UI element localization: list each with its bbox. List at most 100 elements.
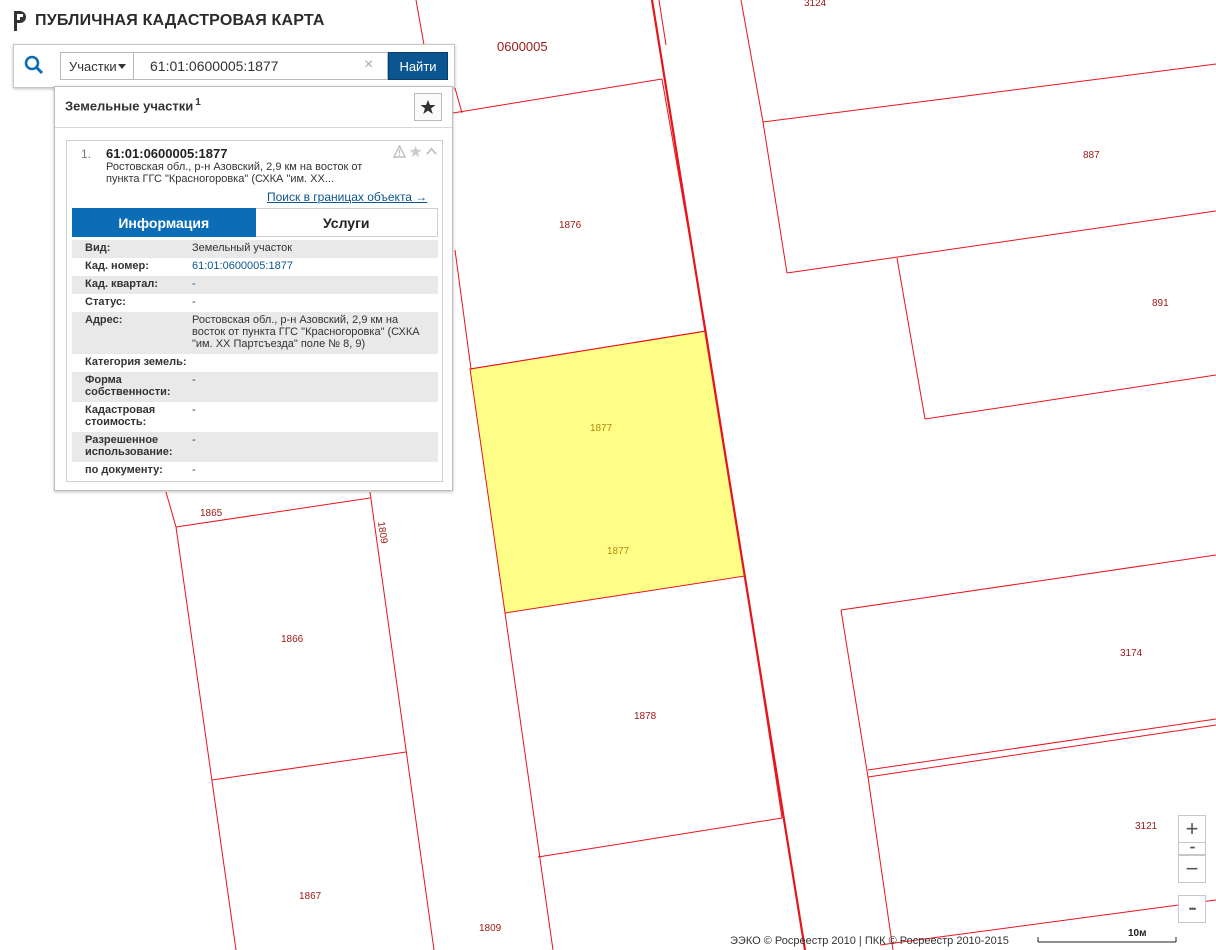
boundary-line [661, 78, 707, 332]
star-icon[interactable] [409, 145, 422, 158]
find-button[interactable]: Найти [388, 52, 448, 80]
boundary-line [744, 575, 783, 819]
search-within-link[interactable]: Поиск в границах объекта → [267, 190, 427, 204]
info-row: Вид: Земельный участок [72, 240, 438, 258]
info-row: по документу: - [72, 462, 438, 480]
chevron-up-icon[interactable] [425, 145, 438, 158]
close-icon[interactable]: × [364, 55, 373, 75]
info-label: Категория земель: [85, 356, 187, 368]
info-label: Вид: [85, 242, 111, 254]
scale-bar [1037, 937, 1177, 943]
info-label: Адрес: [85, 314, 123, 326]
quarter-label: 0600005 [497, 39, 548, 54]
parcel-label-1809: 1809 [479, 923, 502, 934]
info-row: Форма собственности: - [72, 372, 438, 402]
info-label: Кад. квартал: [85, 278, 159, 290]
boundary-line [369, 491, 435, 950]
parcel-label-1877: 1877 [590, 423, 613, 434]
zoom-in-button[interactable]: + [1178, 815, 1206, 843]
result-number: 1. [81, 147, 92, 161]
boundary-line [175, 526, 237, 950]
divider [55, 127, 452, 128]
info-label: по документу: [85, 464, 163, 476]
parcel-label-3121: 3121 [1135, 821, 1158, 832]
info-row: Адрес: Ростовская обл., р-н Азовский, 2,… [72, 312, 438, 354]
search-panel: Участки × Найти [13, 44, 455, 88]
parcel-label-1867: 1867 [299, 891, 322, 902]
info-label: Разрешенное использование: [85, 434, 173, 458]
search-input[interactable] [134, 52, 388, 80]
attribution: ЭЭКО © Росреестр 2010 | ПКК © Росреестр … [730, 935, 1009, 947]
selected-parcel-1877 [469, 330, 746, 614]
zoom-out-button[interactable]: − [1178, 855, 1206, 883]
boundary-line [924, 374, 1216, 420]
info-value: - [192, 296, 196, 308]
boundary-line [504, 612, 554, 950]
info-label: Форма собственности: [85, 374, 171, 398]
parcel-label-1865: 1865 [200, 508, 223, 519]
boundary-line [454, 87, 463, 114]
info-row: Категория земель: [72, 354, 438, 372]
star-icon [420, 100, 436, 114]
tab-info[interactable]: Информация [72, 208, 256, 237]
zoom-levels-button[interactable]: ••• [1178, 843, 1206, 855]
info-label: Кадастровая стоимость: [85, 404, 156, 428]
result-address: Ростовская обл., р-н Азовский, 2,9 км на… [106, 161, 363, 185]
result-tabs: Информация Услуги [72, 208, 438, 237]
parcel-label-1877: 1877 [607, 546, 630, 557]
info-value: - [192, 434, 196, 446]
info-row: Статус: - [72, 294, 438, 312]
boundary-line [786, 210, 1216, 274]
parcel-label-3124: 3124 [804, 0, 827, 9]
boundary-line [762, 63, 1216, 123]
results-title: Земельные участки 1 [65, 97, 201, 113]
boundary-line [454, 249, 472, 370]
info-row: Кад. квартал: - [72, 276, 438, 294]
info-value: - [192, 374, 196, 386]
info-value: - [192, 464, 196, 476]
scale-label: 10м [1128, 928, 1147, 939]
info-table: Вид: Земельный участок Кад. номер: 61:01… [72, 240, 438, 480]
results-title-text: Земельные участки [65, 98, 194, 114]
info-label: Кад. номер: [85, 260, 149, 272]
result-card: 1. 61:01:0600005:1877 Ростовская обл., р… [66, 140, 443, 482]
boundary-line [896, 257, 926, 420]
boundary-line [211, 751, 407, 781]
info-value: Земельный участок [192, 242, 293, 254]
info-value [242, 354, 438, 372]
info-row: Кад. номер: 61:01:0600005:1877 [72, 258, 438, 276]
warning-icon[interactable] [393, 145, 406, 158]
results-count: 1 [195, 97, 201, 108]
info-value: Ростовская обл., р-н Азовский, 2,9 км на… [192, 314, 420, 350]
info-row: Кадастровая стоимость: - [72, 402, 438, 432]
road-boundary-edge [658, 0, 667, 46]
boundary-line [867, 718, 1216, 771]
more-tools-button[interactable]: ••• [1178, 895, 1206, 923]
info-label: Статус: [85, 296, 126, 308]
search-type-select[interactable]: Участки [60, 52, 134, 80]
chevron-down-icon [118, 64, 126, 69]
boundary-line [840, 554, 1216, 611]
search-type-label: Участки [69, 58, 117, 74]
app-header: ПУБЛИЧНАЯ КАДАСТРОВАЯ КАРТА [12, 11, 325, 31]
parcel-label-887: 887 [1083, 150, 1100, 161]
search-icon[interactable] [24, 55, 44, 75]
boundary-line [537, 817, 783, 858]
boundary-line [740, 0, 764, 123]
parcel-label-1866: 1866 [281, 634, 304, 645]
tab-services[interactable]: Услуги [255, 208, 438, 237]
result-cad-id[interactable]: 61:01:0600005:1877 [106, 146, 227, 161]
boundary-line [165, 491, 177, 528]
boundary-line [762, 121, 788, 274]
info-value-link[interactable]: 61:01:0600005:1877 [192, 258, 438, 276]
boundary-line [867, 776, 894, 950]
parcel-label-891: 891 [1152, 298, 1169, 309]
favorites-button[interactable] [414, 93, 442, 121]
parcel-label-1878: 1878 [634, 711, 657, 722]
boundary-line [840, 609, 869, 778]
results-panel: Земельные участки 1 1. 61:01:0600005:1877… [54, 86, 453, 491]
info-value: - [192, 404, 196, 416]
app-title: ПУБЛИЧНАЯ КАДАСТРОВАЯ КАРТА [35, 12, 325, 29]
info-value: - [192, 278, 196, 290]
parcel-label-1876: 1876 [559, 220, 582, 231]
